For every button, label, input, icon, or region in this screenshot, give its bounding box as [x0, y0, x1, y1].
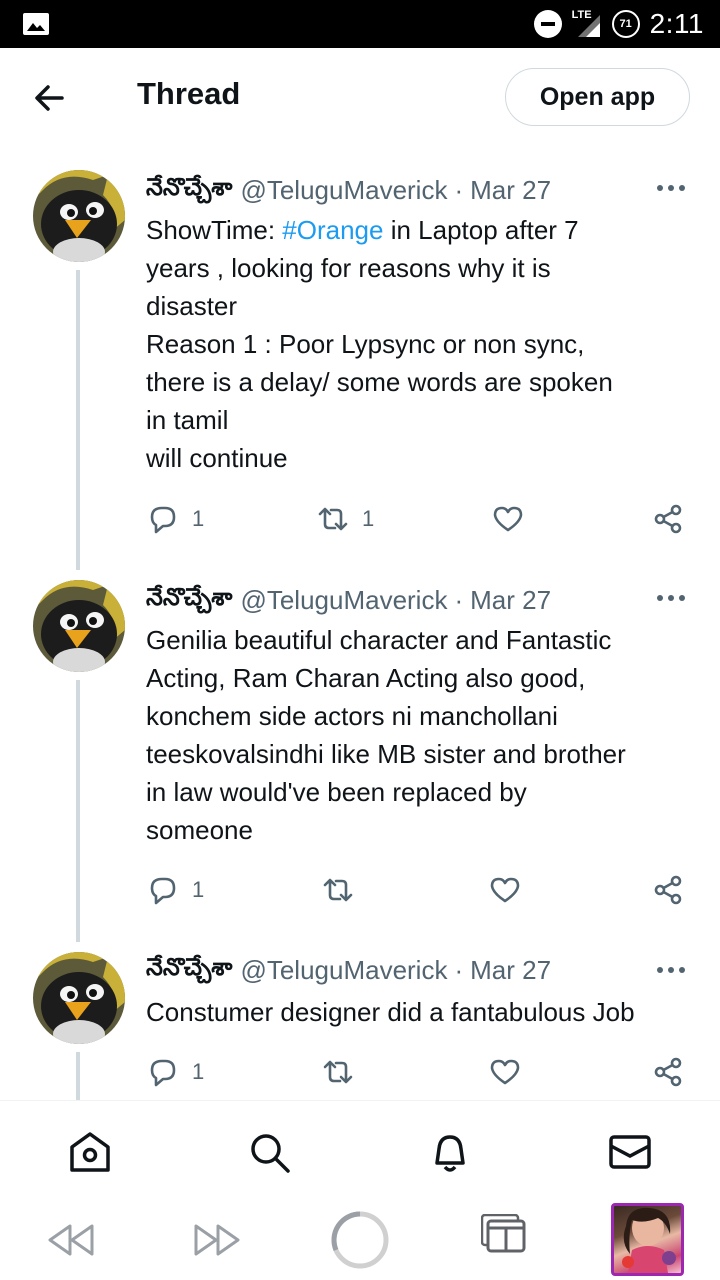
reply-icon	[150, 1059, 176, 1087]
do-not-disturb-icon	[533, 10, 562, 38]
thread-header: Thread Open app	[0, 48, 720, 148]
tweet-text-line: in law would've been replaced by	[146, 777, 527, 807]
user-handle[interactable]: @TeluguMaverick	[240, 585, 447, 616]
bottom-navigation	[0, 1100, 720, 1200]
display-name[interactable]: నేనొచ్చేశా	[146, 953, 232, 987]
tweet-actions: 1	[146, 1052, 691, 1092]
image-notification-icon	[23, 13, 49, 35]
home-icon[interactable]	[67, 1129, 113, 1175]
retweet-button[interactable]	[321, 870, 367, 910]
tweet-text-line: teeskovalsindhi like MB sister and broth…	[146, 739, 626, 769]
share-icon	[654, 504, 682, 534]
separator-dot: ·	[454, 174, 464, 205]
retweet-icon	[323, 1060, 353, 1084]
share-button[interactable]	[651, 870, 685, 910]
heart-icon	[490, 877, 520, 903]
reply-button[interactable]: 1	[146, 870, 204, 910]
reply-button[interactable]: 1	[146, 499, 204, 539]
tweet-header: నేనొచ్చేశా @TeluguMaverick · Mar 27	[146, 952, 551, 988]
avatar[interactable]	[33, 170, 125, 262]
battery-level: 71	[619, 18, 632, 30]
open-app-button[interactable]: Open app	[505, 68, 690, 126]
hashtag-link[interactable]: #Orange	[282, 215, 383, 245]
rewind-icon[interactable]	[46, 1222, 96, 1258]
tweet-header: నేనొచ్చేశా @TeluguMaverick · Mar 27	[146, 172, 551, 208]
tweet-actions: 1 1	[146, 499, 691, 539]
reply-icon	[150, 506, 176, 534]
text-segment: in Laptop after 7	[383, 215, 579, 245]
share-button[interactable]	[651, 499, 685, 539]
tweet-header: నేనొచ్చేశా @TeluguMaverick · Mar 27	[146, 582, 551, 618]
page-title: Thread	[137, 76, 241, 111]
avatar[interactable]	[33, 580, 125, 672]
thread-connector	[76, 1052, 80, 1102]
clock: 2:11	[649, 8, 704, 39]
tweet-text-line: in tamil	[146, 405, 229, 435]
fast-forward-icon[interactable]	[192, 1222, 242, 1258]
bell-icon[interactable]	[427, 1129, 473, 1175]
display-name[interactable]: నేనొచ్చేశా	[146, 583, 232, 617]
heart-icon	[493, 506, 523, 532]
tweet-text-line: ShowTime: #Orange in Laptop after 7	[146, 211, 706, 249]
tweet-text-line: konchem side actors ni manchollani	[146, 701, 558, 731]
user-handle[interactable]: @TeluguMaverick	[240, 955, 447, 986]
share-icon	[654, 875, 682, 905]
tweet-text: Constumer designer did a fantabulous Job	[146, 993, 706, 1031]
search-icon[interactable]	[246, 1129, 292, 1175]
status-bar: LTE 71 2:11	[0, 0, 720, 48]
text-segment: ShowTime:	[146, 215, 283, 245]
retweet-button[interactable]	[321, 1052, 367, 1092]
reply-count: 1	[192, 877, 205, 902]
more-options-icon[interactable]	[656, 594, 686, 602]
loading-icon[interactable]	[330, 1210, 390, 1270]
tweet-actions: 1	[146, 870, 691, 910]
profile-thumbnail[interactable]	[611, 1203, 684, 1276]
separator-dot: ·	[454, 954, 464, 985]
heart-icon	[490, 1059, 520, 1085]
reply-count: 1	[192, 1059, 205, 1084]
tweet-date[interactable]: Mar 27	[470, 955, 551, 986]
tweet-text-line: disaster	[146, 291, 238, 321]
tweet-text-line: Reason 1 : Poor Lypsync or non sync,	[146, 329, 585, 359]
more-options-icon[interactable]	[656, 966, 686, 974]
separator-dot: ·	[454, 584, 464, 615]
tweet-date[interactable]: Mar 27	[470, 585, 551, 616]
retweet-count: 1	[362, 506, 375, 531]
browser-toolbar	[0, 1200, 720, 1280]
back-arrow-icon[interactable]	[28, 78, 72, 118]
tweet-text-line: Constumer designer did a fantabulous Job	[146, 997, 635, 1027]
mail-icon[interactable]	[607, 1129, 653, 1175]
share-button[interactable]	[651, 1052, 685, 1092]
tweet-date[interactable]: Mar 27	[470, 175, 551, 206]
tweet-text: Genilia beautiful character and Fantasti…	[146, 621, 706, 849]
tweet-text-line: someone	[146, 815, 253, 845]
reply-count: 1	[192, 506, 205, 531]
signal-icon: LTE	[572, 9, 602, 39]
retweet-icon	[323, 878, 353, 902]
avatar[interactable]	[33, 952, 125, 1044]
tweet-text: ShowTime: #Orange in Laptop after 7 year…	[146, 211, 706, 477]
retweet-icon	[318, 507, 348, 531]
battery-icon: 71	[611, 10, 640, 38]
share-icon	[654, 1057, 682, 1087]
reply-button[interactable]: 1	[146, 1052, 204, 1092]
like-button[interactable]	[488, 870, 534, 910]
thread-connector	[76, 680, 80, 942]
display-name[interactable]: నేనొచ్చేశా	[146, 173, 232, 207]
retweet-button[interactable]: 1	[316, 499, 374, 539]
tabs-icon[interactable]	[481, 1214, 527, 1254]
like-button[interactable]	[491, 499, 537, 539]
user-handle[interactable]: @TeluguMaverick	[240, 175, 447, 206]
tweet-text-line: years , looking for reasons why it is	[146, 253, 551, 283]
tweet-text-line: Genilia beautiful character and Fantasti…	[146, 625, 612, 655]
thread-connector	[76, 270, 80, 570]
like-button[interactable]	[488, 1052, 534, 1092]
tweet-text-line: Acting, Ram Charan Acting also good,	[146, 663, 586, 693]
tweet-text-line: will continue	[146, 443, 288, 473]
tweet-text-line: there is a delay/ some words are spoken	[146, 367, 613, 397]
more-options-icon[interactable]	[656, 184, 686, 192]
reply-icon	[150, 877, 176, 905]
